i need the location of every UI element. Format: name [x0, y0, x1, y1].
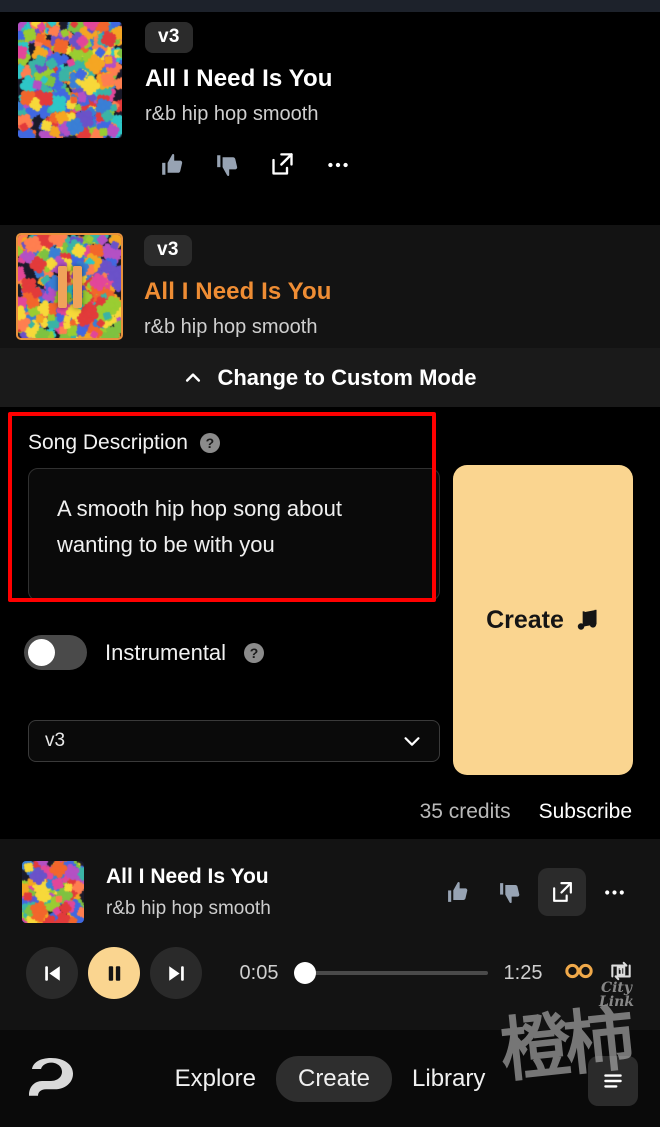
next-button[interactable] [150, 947, 202, 999]
infinity-icon[interactable] [564, 960, 594, 987]
nav-item-explore[interactable]: Explore [169, 1056, 262, 1102]
song-description-input[interactable]: A smooth hip hop song about wanting to b… [28, 468, 440, 601]
chevron-down-icon [404, 737, 420, 746]
create-panel: Song Description ? A smooth hip hop song… [0, 407, 660, 839]
list-menu-icon[interactable] [588, 1056, 638, 1106]
model-version-value: v3 [45, 730, 66, 751]
help-icon[interactable]: ? [244, 642, 265, 663]
app-root: v3 All I Need Is You r&b hip hop smooth [0, 0, 660, 1127]
bottom-navigation: Explore Create Library [0, 1030, 660, 1127]
version-badge: v3 [145, 22, 193, 53]
seek-bar[interactable] [294, 962, 488, 984]
previous-button[interactable] [26, 947, 78, 999]
change-to-custom-mode-button[interactable]: Change to Custom Mode [0, 348, 660, 407]
help-icon[interactable]: ? [199, 433, 220, 453]
album-art [16, 233, 123, 340]
song-title[interactable]: All I Need Is You [144, 278, 660, 306]
song-result-row[interactable]: v3 All I Need Is You r&b hip hop smooth [0, 12, 660, 225]
song-action-bar [145, 148, 660, 182]
instrumental-label: Instrumental [105, 639, 227, 665]
thumbs-up-icon[interactable] [145, 148, 200, 182]
now-playing-tags: r&b hip hop smooth [106, 897, 271, 919]
create-button-label: Create [486, 605, 564, 634]
credits-count: 35 credits [419, 800, 511, 823]
more-options-icon[interactable] [590, 868, 638, 916]
more-options-icon[interactable] [310, 148, 365, 182]
song-tags: r&b hip hop smooth [145, 102, 319, 125]
version-badge: v3 [144, 235, 192, 266]
create-button[interactable]: Create [453, 465, 633, 775]
song-description-label-row: Song Description ? [28, 431, 220, 455]
music-note-icon [577, 609, 597, 630]
thumbs-down-icon[interactable] [486, 868, 534, 916]
album-art-container[interactable] [16, 233, 123, 348]
song-result-row[interactable]: v3 All I Need Is You r&b hip hop smooth [0, 225, 660, 348]
share-icon[interactable] [538, 868, 586, 916]
now-playing-actions [434, 868, 638, 916]
share-icon[interactable] [255, 148, 310, 182]
repeat-one-icon[interactable] [608, 958, 634, 989]
current-time: 0:05 [239, 961, 279, 984]
instrumental-toggle-row: Instrumental ? [24, 635, 265, 670]
now-playing-title: All I Need Is You [106, 864, 269, 888]
song-info: v3 All I Need Is You r&b hip hop smooth [121, 225, 660, 348]
status-bar [0, 0, 660, 12]
song-info: v3 All I Need Is You r&b hip hop smooth [122, 12, 660, 225]
now-playing-text: All I Need Is You r&b hip hop smooth [106, 865, 434, 920]
change-mode-label: Change to Custom Mode [217, 364, 477, 390]
model-version-select[interactable]: v3 [28, 720, 440, 762]
album-art [18, 22, 122, 138]
now-playing-bar: All I Need Is You r&b hip hop smooth 0:0… [0, 839, 660, 1030]
song-tags: r&b hip hop smooth [144, 315, 318, 338]
nav-item-library[interactable]: Library [406, 1056, 491, 1102]
nav-item-create[interactable]: Create [275, 1055, 393, 1102]
song-description-label: Song Description [28, 431, 188, 454]
subscribe-link[interactable]: Subscribe [539, 800, 632, 824]
chevron-up-icon [186, 372, 201, 382]
instrumental-toggle[interactable] [24, 635, 87, 670]
seek-thumb[interactable] [294, 962, 316, 984]
credits-row: 35 credits Subscribe [0, 800, 660, 824]
now-playing-info-row: All I Need Is You r&b hip hop smooth [0, 861, 660, 923]
thumbs-up-icon[interactable] [434, 868, 482, 916]
album-art-container[interactable] [18, 22, 122, 225]
total-time: 1:25 [503, 961, 543, 984]
pause-indicator-icon [57, 265, 82, 308]
now-playing-art[interactable] [22, 861, 84, 923]
transport-controls: 0:05 1:25 [0, 947, 660, 999]
nav-items: Explore Create Library [0, 1030, 660, 1127]
song-description-value: A smooth hip hop song about wanting to b… [57, 496, 342, 557]
pause-icon [108, 965, 120, 981]
play-pause-button[interactable] [88, 947, 140, 999]
seek-track [294, 971, 488, 975]
thumbs-down-icon[interactable] [200, 148, 255, 182]
song-title[interactable]: All I Need Is You [145, 65, 660, 93]
